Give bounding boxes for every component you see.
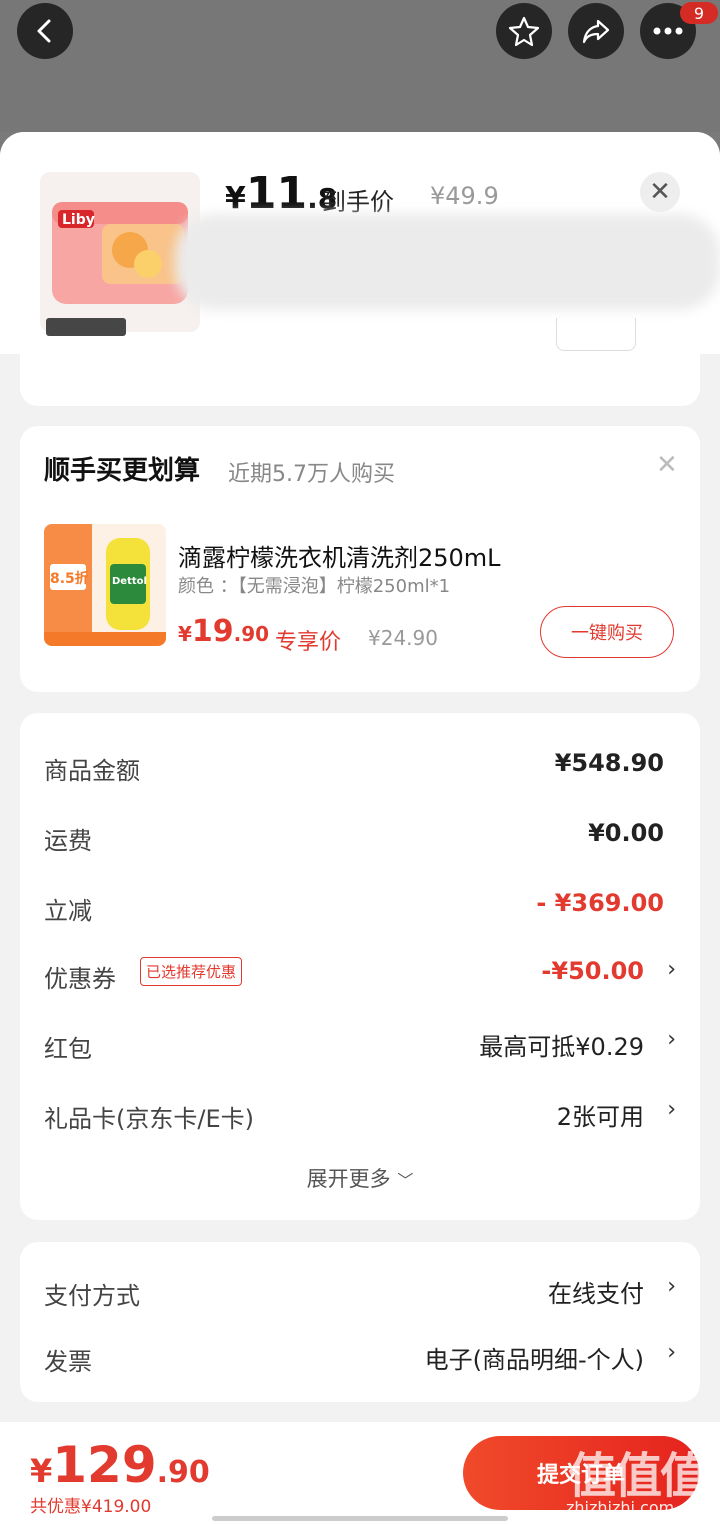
watermark-site: zhizhizhi.com <box>566 1498 675 1517</box>
quantity-stepper[interactable] <box>556 318 636 351</box>
summary-row-instant-discount: 立减 - ¥369.00 <box>44 889 664 925</box>
top-overlay-bar: 9 <box>0 0 720 132</box>
chevron-left-icon <box>37 19 51 43</box>
share-icon <box>582 19 610 44</box>
close-icon: ✕ <box>649 177 671 207</box>
price-summary-card: 商品金额 ¥548.90 运费 ¥0.00 立减 - ¥369.00 优惠券 已… <box>20 713 700 1220</box>
recommend-image-discount: 8.5折 <box>50 571 89 587</box>
brand-logo: Liby <box>62 212 95 228</box>
summary-row-shipping: 运费 ¥0.00 <box>44 819 664 855</box>
recommend-image-brand: Dettol <box>112 576 147 587</box>
message-count-badge: 9 <box>680 2 718 24</box>
exclusive-price-label: 专享价 <box>275 630 342 655</box>
chevron-right-icon: › <box>667 1097 676 1122</box>
order-sheet: Liby ¥11.8 到手价 ¥49.9 ✕ 顺手买更划算 近期5.7万人购买 … <box>0 132 720 1524</box>
recommend-item-color: 颜色 ：【无需浸泡】柠檬250ml*1 <box>178 576 451 597</box>
summary-row-gift-card[interactable]: 礼品卡(京东卡/E卡) 2张可用 › <box>44 1093 676 1133</box>
more-dots-icon <box>653 27 683 35</box>
recommend-title: 顺手买更划算 <box>44 456 201 486</box>
chevron-down-icon: ﹀ <box>397 1171 414 1190</box>
total-savings: 共优惠¥419.00 <box>30 1497 152 1517</box>
hand-price: ¥11.8 <box>225 168 338 219</box>
summary-row-red-packet[interactable]: 红包 最高可抵¥0.29 › <box>44 1023 676 1063</box>
invoice-row[interactable]: 发票 电子(商品明细-个人) › <box>44 1336 676 1376</box>
recommend-item-name[interactable]: 滴露柠檬洗衣机清洗剂250mL <box>178 538 501 573</box>
chevron-right-icon: › <box>667 1274 676 1299</box>
recommend-close-icon[interactable]: ✕ <box>656 450 678 480</box>
recommend-subtitle: 近期5.7万人购买 <box>228 462 395 487</box>
original-price: ¥49.9 <box>430 182 499 210</box>
recommend-original-price: ¥24.90 <box>368 626 438 650</box>
chevron-right-icon: › <box>667 1340 676 1365</box>
summary-row-goods-amount: 商品金额 ¥548.90 <box>44 749 664 785</box>
recommend-item-price: ¥19.90 <box>178 614 270 649</box>
hand-price-label: 到手价 <box>322 188 394 216</box>
close-button[interactable]: ✕ <box>640 172 680 212</box>
favorite-button[interactable] <box>496 3 552 59</box>
payment-method-row[interactable]: 支付方式 在线支付 › <box>44 1270 676 1310</box>
blurred-spec-area <box>175 214 720 310</box>
total-price: ¥129.90 <box>30 1436 210 1494</box>
recommend-item-image[interactable]: 8.5折 Dettol <box>44 524 166 646</box>
quantity-label-partial <box>46 318 126 336</box>
watermark-logo: 值值值 <box>568 1448 708 1504</box>
coupon-selected-tag: 已选推荐优惠 <box>140 957 243 986</box>
summary-row-coupon[interactable]: 优惠券 已选推荐优惠 -¥50.00 › <box>44 953 676 993</box>
chevron-right-icon: › <box>667 957 676 982</box>
quantity-card <box>20 318 700 406</box>
back-button[interactable] <box>17 3 73 59</box>
star-icon <box>508 16 540 47</box>
share-button[interactable] <box>568 3 624 59</box>
home-indicator <box>212 1516 508 1521</box>
chevron-right-icon: › <box>667 1027 676 1052</box>
recommend-card: 顺手买更划算 近期5.7万人购买 ✕ 8.5折 Dettol 滴露柠檬洗衣机清洗… <box>20 426 700 692</box>
payment-card: 支付方式 在线支付 › 发票 电子(商品明细-个人) › <box>20 1242 700 1402</box>
expand-more-button[interactable]: 展开更多 ﹀ <box>20 1163 700 1193</box>
one-click-buy-button[interactable]: 一键购买 <box>540 606 674 658</box>
